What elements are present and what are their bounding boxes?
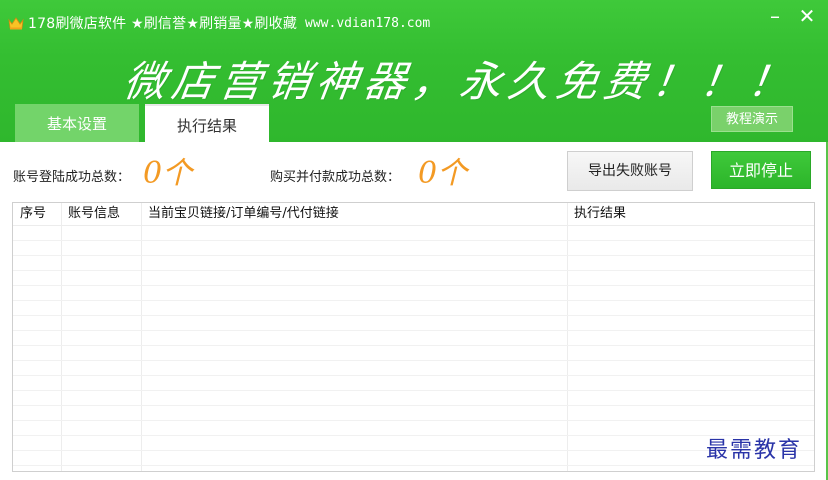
app-window: 178刷微店软件 ★刷信誉★刷销量★刷收藏 www.vdian178.com –… xyxy=(0,0,828,480)
column-header-result[interactable]: 执行结果 xyxy=(567,203,813,225)
table-header: 序号 账号信息 当前宝贝链接/订单编号/代付链接 执行结果 xyxy=(13,203,814,226)
close-button[interactable]: ✕ xyxy=(794,4,820,28)
crown-icon xyxy=(8,17,24,30)
row-divider xyxy=(13,465,814,466)
pay-success-label: 购买并付款成功总数： xyxy=(270,170,401,185)
row-divider xyxy=(13,420,814,421)
row-divider xyxy=(13,255,814,256)
tab-execution-results[interactable]: 执行结果 xyxy=(145,104,269,142)
pay-success-value: 0个 xyxy=(418,156,468,191)
slogan-banner: 微店营销神器，永久免费！！！ xyxy=(120,57,800,106)
window-url: www.vdian178.com xyxy=(305,15,431,31)
login-success-label: 账号登陆成功总数： xyxy=(13,170,131,185)
row-divider xyxy=(13,315,814,316)
minimize-button[interactable]: – xyxy=(762,4,788,28)
row-divider xyxy=(13,345,814,346)
column-header-link[interactable]: 当前宝贝链接/订单编号/代付链接 xyxy=(141,203,567,225)
column-header-account[interactable]: 账号信息 xyxy=(61,203,141,225)
window-title: 178刷微店软件 ★刷信誉★刷销量★刷收藏 xyxy=(28,16,298,32)
column-header-index[interactable]: 序号 xyxy=(13,203,61,225)
column-divider xyxy=(61,203,62,471)
row-divider xyxy=(13,390,814,391)
row-divider xyxy=(13,240,814,241)
header-banner: 178刷微店软件 ★刷信誉★刷销量★刷收藏 www.vdian178.com –… xyxy=(0,0,828,142)
stats-bar: 账号登陆成功总数： 0个 购买并付款成功总数： 0个 xyxy=(0,142,828,202)
login-success-value: 0个 xyxy=(143,156,193,191)
watermark-text: 最需教育 xyxy=(706,438,803,463)
row-divider xyxy=(13,450,814,451)
tab-basic-settings[interactable]: 基本设置 xyxy=(15,104,139,142)
export-failed-button[interactable]: 导出失败账号 xyxy=(567,151,693,191)
row-divider xyxy=(13,375,814,376)
title-bar: 178刷微店软件 ★刷信誉★刷销量★刷收藏 www.vdian178.com xyxy=(8,12,430,34)
row-divider xyxy=(13,270,814,271)
results-table[interactable]: 序号 账号信息 当前宝贝链接/订单编号/代付链接 执行结果 xyxy=(12,202,815,472)
row-divider xyxy=(13,435,814,436)
row-divider xyxy=(13,285,814,286)
column-divider xyxy=(141,203,142,471)
row-divider xyxy=(13,360,814,361)
row-divider xyxy=(13,330,814,331)
stop-now-button[interactable]: 立即停止 xyxy=(711,151,811,189)
row-divider xyxy=(13,300,814,301)
row-divider xyxy=(13,405,814,406)
column-divider xyxy=(567,203,568,471)
tutorial-button[interactable]: 教程演示 xyxy=(711,106,793,132)
